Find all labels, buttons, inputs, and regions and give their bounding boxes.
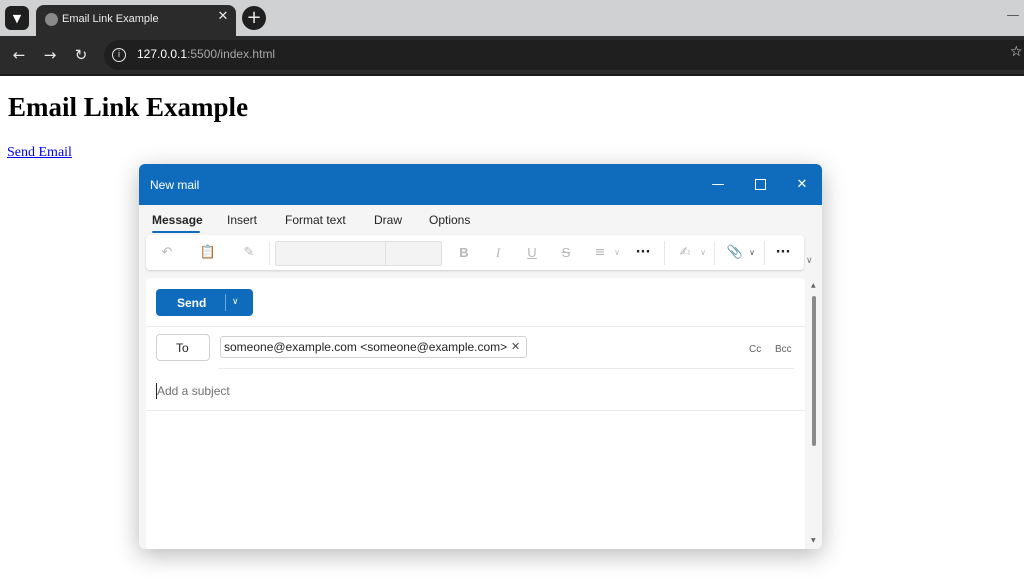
new-mail-window: New mail — ✕ Message Insert Format text … [139,164,822,549]
chevron-down-icon[interactable]: ∨ [743,244,761,262]
bold-icon[interactable]: B [455,244,473,262]
tab-message[interactable]: Message [152,213,203,227]
url-text: 127.0.0.1:5500/index.html [137,47,275,61]
underline-icon[interactable]: U [523,244,541,262]
site-info-icon[interactable]: i [112,48,126,62]
chevron-down-icon: ▼ [12,11,22,25]
divider [218,368,794,369]
subject-input[interactable] [157,381,717,401]
chevron-down-icon[interactable]: ∨ [694,244,712,262]
tab-options[interactable]: Options [429,213,470,227]
tab-search-button[interactable]: ▼ [5,6,29,30]
divider [146,326,805,327]
send-email-link[interactable]: Send Email [7,145,72,161]
maximize-icon[interactable] [750,175,770,195]
editor-icon[interactable]: ✍ [676,244,694,262]
minimize-window-icon[interactable]: — [1003,6,1023,26]
bookmark-star-icon[interactable]: ☆ [1010,44,1023,60]
scroll-thumb[interactable] [812,296,816,446]
cc-button[interactable]: Cc [749,344,761,355]
recipient-text: someone@example.com <someone@example.com… [224,340,508,354]
send-divider [225,294,226,311]
address-bar[interactable]: i 127.0.0.1:5500/index.html [104,40,1024,70]
undo-icon[interactable]: ↶ [158,244,176,262]
tab-title: Email Link Example [62,13,159,25]
ribbon-separator [269,241,270,265]
forward-arrow-icon[interactable]: → [40,45,60,65]
paste-icon[interactable]: 📋 [199,244,217,262]
to-button[interactable]: To [156,334,210,361]
to-label: To [176,341,189,355]
browser-tabstrip: ▼ Email Link Example ✕ + — [0,0,1024,36]
reload-icon[interactable]: ↻ [71,45,91,65]
tab-insert[interactable]: Insert [227,213,257,227]
close-tab-icon[interactable]: ✕ [216,10,230,24]
more-options-icon[interactable]: ··· [774,244,792,262]
ribbon-separator [764,241,765,265]
ribbon-expand-icon[interactable]: ∨ [806,256,813,266]
globe-icon [45,13,58,26]
tab-format-text[interactable]: Format text [285,213,346,227]
browser-tab[interactable]: Email Link Example ✕ [36,5,236,36]
font-family-select[interactable] [275,241,387,266]
tab-draw[interactable]: Draw [374,213,402,227]
active-tab-indicator [152,231,200,233]
url-path: :5500/index.html [187,47,276,61]
format-painter-icon[interactable]: ✎ [240,244,258,262]
minimize-icon[interactable]: — [708,175,728,195]
chevron-down-icon[interactable]: ∨ [232,294,239,311]
line-spacing-icon[interactable]: ≡ [591,244,609,262]
font-size-select[interactable] [385,241,442,266]
mail-window-title: New mail [150,178,200,192]
compose-pane: Send ∨ To someone@example.com <someone@e… [146,278,805,549]
ribbon-toolbar: ↶ 📋 ✎ B I U S ≡ ∨ ··· ✍ ∨ 📎 ∨ ··· [146,235,804,270]
browser-toolbar: ← → ↻ i 127.0.0.1:5500/index.html [0,36,1024,74]
italic-icon[interactable]: I [489,244,507,262]
close-icon[interactable]: ✕ [792,175,812,195]
bcc-button[interactable]: Bcc [775,344,792,355]
ribbon-separator [664,241,665,265]
divider [146,410,805,411]
more-options-icon[interactable]: ··· [634,244,652,262]
ribbon-tabs: Message Insert Format text Draw Options [139,205,822,235]
mail-titlebar: New mail — ✕ [139,164,822,205]
remove-recipient-icon[interactable]: ✕ [511,340,520,353]
send-button[interactable]: Send ∨ [156,289,253,316]
ribbon-separator [714,241,715,265]
strikethrough-icon[interactable]: S [557,244,575,262]
scroll-up-icon[interactable]: ▲ [811,282,816,289]
scroll-down-icon[interactable]: ▼ [811,537,816,544]
chevron-down-icon[interactable]: ∨ [608,244,626,262]
new-tab-button[interactable]: + [242,6,266,30]
compose-scrollbar[interactable]: ▲ ▼ [809,280,819,549]
back-arrow-icon[interactable]: ← [9,45,29,65]
attach-icon[interactable]: 📎 [726,244,744,262]
send-label: Send [177,296,207,310]
toolbar-divider [0,74,1024,76]
url-host: 127.0.0.1 [137,47,188,61]
page-title: Email Link Example [8,92,249,122]
recipient-chip[interactable]: someone@example.com <someone@example.com… [220,336,527,358]
